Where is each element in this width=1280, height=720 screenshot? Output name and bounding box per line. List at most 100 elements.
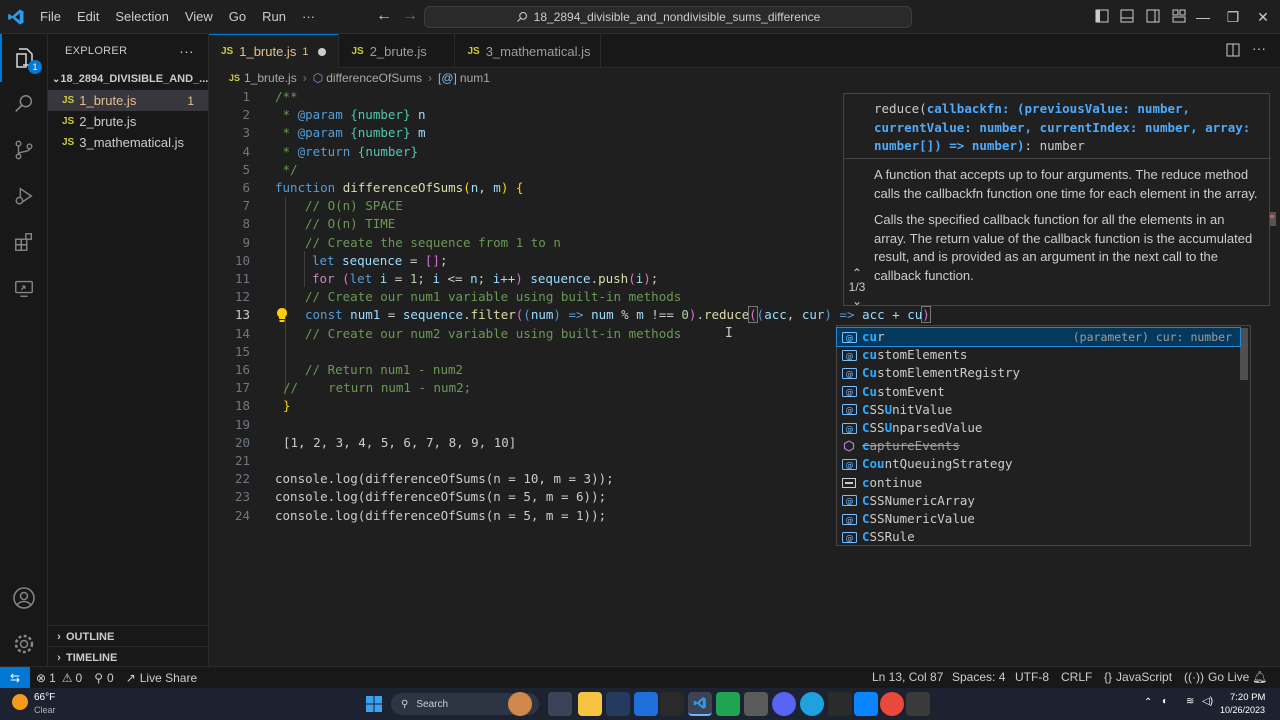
indent-guide (304, 251, 305, 287)
indentation[interactable]: Spaces: 4 (946, 670, 1011, 684)
remote-indicator-icon[interactable]: ⇆ (0, 666, 30, 689)
close-window-icon[interactable]: ✕ (1248, 9, 1278, 26)
tray-app-icon[interactable]: ◐ (1162, 696, 1168, 707)
manage-gear-icon[interactable] (0, 620, 48, 668)
suggestion-item[interactable]: @ CSSRule (837, 528, 1240, 546)
command-center-search[interactable]: 18_2894_divisible_and_nondivisible_sums_… (424, 6, 912, 28)
function-symbol-icon: ⬡ (312, 71, 324, 85)
discord-icon[interactable] (772, 692, 796, 716)
split-editor-icon[interactable] (1226, 43, 1240, 60)
end-of-line[interactable]: CRLF (1055, 670, 1098, 684)
tab-3-mathematical[interactable]: JS 3_mathematical.js (455, 34, 602, 68)
editor-more-icon[interactable]: ··· (1252, 40, 1266, 56)
suggestion-item[interactable]: @ cur (parameter) cur: number (836, 326, 1241, 348)
file-item-2-brute[interactable]: JS 2_brute.js (48, 111, 208, 132)
toggle-panel-icon[interactable] (1114, 9, 1140, 26)
encoding[interactable]: UTF-8 (1009, 670, 1055, 684)
chevron-up-icon[interactable]: ⌃ (846, 266, 868, 280)
edge-icon[interactable] (800, 692, 824, 716)
menu-file[interactable]: File (32, 0, 69, 34)
menu-more[interactable]: ··· (294, 0, 323, 34)
volume-icon[interactable]: ◁) (1202, 696, 1213, 707)
suggestion-item[interactable]: @ CountQueuingStrategy (837, 455, 1240, 473)
app-icon[interactable] (854, 692, 878, 716)
restore-icon[interactable]: ❐ (1218, 9, 1248, 26)
tab-1-brute[interactable]: JS 1_brute.js 1 (209, 34, 340, 68)
outline-section[interactable]: › OUTLINE (48, 625, 209, 647)
chrome-icon[interactable] (880, 692, 904, 716)
code-line: console.log(differenceOfSums(n = 5, m = … (275, 489, 607, 505)
clock-time[interactable]: 7:20 PM (1230, 692, 1265, 703)
console-icon[interactable] (906, 692, 930, 716)
notifications-bell-icon[interactable]: 🔔︎ (1246, 670, 1273, 684)
lightbulb-icon[interactable] (275, 307, 289, 326)
unsaved-dot-icon[interactable] (318, 47, 327, 56)
tab-2-brute[interactable]: JS 2_brute.js (339, 34, 456, 68)
warning-count: 0 (75, 670, 83, 685)
suggestion-item[interactable]: captureEvents (837, 437, 1240, 455)
suggestion-item[interactable]: @ CSSNumericValue (837, 510, 1240, 528)
minimize-icon[interactable]: — (1188, 9, 1218, 25)
code-line: // Create the sequence from 1 to n (305, 234, 561, 250)
suggestion-item[interactable]: @ CustomEvent (837, 383, 1240, 401)
terminal-icon[interactable] (828, 692, 852, 716)
menu-run[interactable]: Run (254, 0, 294, 34)
breadcrumb-file[interactable]: 1_brute.js (244, 71, 297, 85)
app-icon[interactable] (606, 692, 630, 716)
file-item-3-mathematical[interactable]: JS 3_mathematical.js (48, 132, 208, 153)
file-item-1-brute[interactable]: JS 1_brute.js 1 (48, 90, 208, 111)
suggest-scrollbar[interactable] (1240, 328, 1248, 380)
cursor-position[interactable]: Ln 13, Col 87 (866, 670, 949, 684)
toggle-secondary-sidebar-icon[interactable] (1140, 9, 1166, 26)
source-control-icon[interactable] (0, 126, 48, 174)
workspace-folder[interactable]: ⌄ 18_2894_DIVISIBLE_AND_... (48, 68, 208, 90)
app-icon[interactable] (660, 692, 684, 716)
suggestion-item[interactable]: @ CSSUnparsedValue (837, 419, 1240, 437)
vscode-taskbar-icon[interactable] (688, 692, 712, 716)
code-line: } (283, 398, 291, 414)
suggestion-item[interactable]: continue (837, 474, 1240, 492)
live-share-button[interactable]: ↗ Live Share (120, 671, 203, 685)
remote-explorer-icon[interactable] (0, 264, 48, 312)
toggle-sidebar-icon[interactable] (1090, 9, 1114, 26)
breadcrumb-variable[interactable]: num1 (460, 71, 490, 85)
suggestion-item[interactable]: @ CSSUnitValue (837, 401, 1240, 419)
language-mode[interactable]: {} JavaScript (1098, 670, 1178, 684)
ports-indicator[interactable]: ⚲ 0 (88, 671, 119, 685)
js-file-icon: JS (62, 95, 75, 106)
breadcrumb-function[interactable]: differenceOfSums (326, 71, 422, 85)
menu-go[interactable]: Go (221, 0, 254, 34)
file-explorer-icon[interactable] (578, 692, 602, 716)
extensions-icon[interactable] (0, 218, 48, 266)
suggestion-item[interactable]: @ customElements (837, 346, 1240, 364)
line-number: 11 (234, 271, 250, 286)
chevron-down-icon[interactable]: ⌄ (846, 294, 868, 308)
suggestion-detail: (parameter) cur: number (1072, 330, 1232, 344)
chevron-right-icon: › (57, 651, 61, 664)
forward-arrow-icon[interactable]: → (394, 7, 426, 25)
menu-edit[interactable]: Edit (69, 0, 107, 34)
app-icon[interactable] (634, 692, 658, 716)
clock-date[interactable]: 10/26/2023 (1220, 705, 1265, 715)
variable-symbol-icon: [@] (438, 71, 457, 85)
menu-selection[interactable]: Selection (107, 0, 176, 34)
suggestion-item[interactable]: @ CSSNumericArray (837, 492, 1240, 510)
search-icon[interactable] (0, 80, 48, 128)
suggestion-item[interactable]: @ CustomElementRegistry (837, 364, 1240, 382)
problems-indicator[interactable]: ⊗ 1 ⚠ 0 (30, 671, 88, 685)
timeline-section[interactable]: › TIMELINE (48, 646, 209, 668)
suggestion-label: CustomEvent (862, 383, 945, 399)
wifi-icon[interactable]: ≋ (1186, 696, 1194, 707)
pycharm-icon[interactable] (716, 692, 740, 716)
explorer-icon[interactable]: 1 (0, 34, 48, 82)
app-icon[interactable] (744, 692, 768, 716)
suggestion-label: CSSRule (862, 529, 915, 545)
account-icon[interactable] (0, 574, 48, 622)
more-actions-icon[interactable]: ··· (179, 43, 194, 59)
menu-view[interactable]: View (177, 0, 221, 34)
windows-start-icon[interactable] (362, 692, 386, 716)
run-debug-icon[interactable] (0, 172, 48, 220)
tray-chevron-icon[interactable]: ⌃ (1144, 697, 1152, 708)
go-live-button[interactable]: ((·)) Go Live (1178, 670, 1255, 684)
task-view-icon[interactable] (548, 692, 572, 716)
